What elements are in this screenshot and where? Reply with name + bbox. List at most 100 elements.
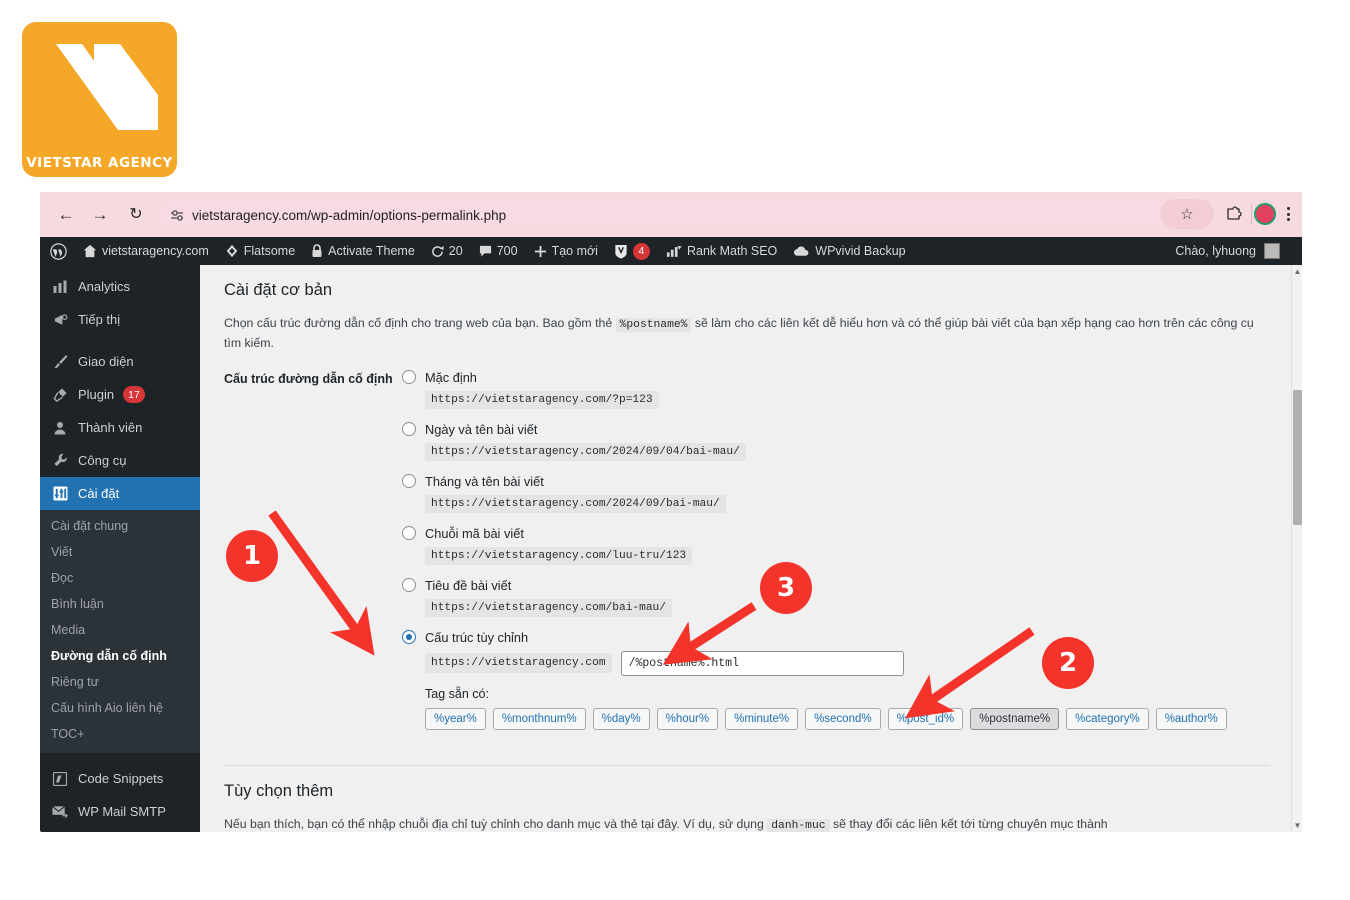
form-label: Cấu trúc đường dẫn cố định [224, 371, 393, 386]
sidebar-item-analytics[interactable]: Analytics [40, 270, 200, 303]
paintbrush-icon [51, 354, 69, 369]
profile-avatar[interactable] [1254, 203, 1276, 225]
reload-icon[interactable]: ↻ [124, 203, 148, 227]
forward-icon[interactable]: → [88, 203, 112, 227]
postname-tag-button[interactable]: %postname% [970, 707, 1060, 730]
tag-button-post-id[interactable]: %post_id% [887, 707, 964, 730]
adminbar-item-flatsome[interactable]: Flatsome [217, 237, 303, 265]
adminbar-item-comments[interactable]: 700 [471, 237, 526, 265]
yoast-icon [614, 244, 628, 259]
tag-button-category[interactable]: %category% [1066, 707, 1149, 730]
radio-day-and-name[interactable] [402, 422, 416, 437]
radio-post-name[interactable] [402, 578, 416, 593]
submenu-item-privacy[interactable]: Riêng tư [40, 669, 200, 695]
option-label[interactable]: Chuỗi mã bài viết [425, 526, 524, 541]
scrollbar-thumb[interactable] [1293, 390, 1302, 525]
sidebar-item-tools[interactable]: Công cụ [40, 444, 200, 477]
tag-button-day[interactable]: %day% [592, 707, 650, 730]
extra-part-b: sẽ thay đổi các liên kết tới từng chuyên… [832, 816, 1108, 831]
extensions-puzzle-icon[interactable] [1224, 204, 1244, 224]
submenu-item-media[interactable]: Media [40, 617, 200, 643]
permalink-settings-page: Cài đặt cơ bản Chọn cấu trúc đường dẫn c… [200, 265, 1292, 832]
option-url: https://vietstaragency.com/?p=123 [425, 390, 659, 409]
mail-icon [51, 805, 69, 818]
adminbar-item-rankmath[interactable]: Rank Math SEO [658, 237, 785, 265]
wp-admin-sidebar: Sản phẩm Analytics [40, 265, 208, 832]
available-tags-label: Tag sẵn có: [425, 686, 489, 701]
browser-toolbar: ← → ↻ vietstaragency.com/wp-admin/option… [40, 192, 1302, 237]
submenu-item-reading[interactable]: Đọc [40, 565, 200, 591]
custom-structure-prefix: https://vietstaragency.com [425, 653, 612, 674]
adminbar-account[interactable]: Chào, lyhuong [1175, 243, 1302, 259]
tag-button-hour[interactable]: %hour% [656, 707, 719, 730]
settings-submenu: Cài đặt chung Viết Đọc Bình luận Media Đ… [40, 510, 200, 753]
lock-icon [311, 244, 323, 258]
option-numeric: Chuỗi mã bài viết https://vietstaragency… [402, 526, 1270, 565]
adminbar-item-updates[interactable]: 20 [423, 237, 471, 265]
wordpress-logo-icon[interactable] [40, 237, 75, 265]
adminbar-item-site[interactable]: vietstaragency.com [75, 237, 217, 265]
adminbar-item-yoast[interactable]: 4 [606, 237, 658, 265]
bookmark-star-icon[interactable]: ☆ [1160, 199, 1214, 229]
submenu-item-permalinks[interactable]: Đường dẫn cố định [40, 643, 200, 669]
permalink-structure-form: Cấu trúc đường dẫn cố định Mặc định http… [224, 370, 1270, 743]
sidebar-item-wp-mail-smtp[interactable]: WP Mail SMTP [40, 795, 200, 828]
adminbar-item-new[interactable]: Tạo mới [526, 237, 606, 265]
rankmath-icon [666, 245, 682, 258]
radio-default[interactable] [402, 370, 416, 385]
option-month-and-name: Tháng và tên bài viết https://vietstarag… [402, 474, 1270, 513]
scroll-down-icon[interactable]: ▼ [1293, 820, 1302, 831]
sidebar-item-settings[interactable]: Cài đặt [40, 477, 208, 510]
submenu-item-aio-contact[interactable]: Cấu hình Aio liên hệ [40, 695, 200, 721]
adminbar-item-wpvivid[interactable]: WPvivid Backup [785, 237, 913, 265]
adminbar-badge: 4 [632, 242, 650, 260]
extra-options-description: Nếu bạn thích, bạn có thể nhập chuỗi địa… [224, 815, 1270, 832]
radio-numeric[interactable] [402, 526, 416, 541]
kebab-menu-icon[interactable] [1280, 203, 1296, 225]
adminbar-label: Activate Theme [328, 244, 415, 258]
sidebar-item-code-snippets[interactable]: Code Snippets [40, 762, 200, 795]
description-part-a: Chọn cấu trúc đường dẫn cố định cho tran… [224, 316, 613, 330]
tag-button-year[interactable]: %year% [425, 707, 486, 730]
option-label[interactable]: Cấu trúc tùy chỉnh [425, 630, 528, 645]
custom-structure-radio[interactable] [402, 630, 416, 645]
chart-bars-icon [51, 280, 69, 294]
postname-code: %postname% [615, 318, 692, 332]
back-icon[interactable]: ← [54, 203, 78, 227]
settings-sliders-icon [51, 486, 69, 501]
submenu-item-toc[interactable]: TOC+ [40, 721, 200, 747]
submenu-item-general[interactable]: Cài đặt chung [40, 513, 200, 539]
page-scrollbar[interactable]: ▲ ▼ [1291, 265, 1302, 832]
sidebar-item-label: Code Snippets [78, 771, 164, 786]
option-post-name: Tiêu đề bài viết https://vietstaragency.… [402, 578, 1270, 617]
sidebar-item-label: Analytics [78, 279, 131, 294]
tag-button-monthnum[interactable]: %monthnum% [492, 707, 586, 730]
adminbar-label: Tạo mới [551, 244, 598, 258]
option-label[interactable]: Ngày và tên bài viết [425, 422, 537, 437]
option-url: https://vietstaragency.com/2024/09/04/ba… [425, 442, 746, 461]
scroll-up-icon[interactable]: ▲ [1293, 266, 1302, 277]
annotation-marker-2: 2 [1042, 637, 1094, 689]
option-custom-structure: Cấu trúc tùy chỉnh https://vietstaragenc… [402, 630, 1270, 730]
plug-icon [51, 387, 69, 402]
option-label[interactable]: Tiêu đề bài viết [425, 578, 511, 593]
site-settings-icon[interactable] [164, 209, 190, 222]
option-label[interactable]: Tháng và tên bài viết [425, 474, 544, 489]
sidebar-item-appearance[interactable]: Giao diện [40, 345, 200, 378]
submenu-item-discussion[interactable]: Bình luận [40, 591, 200, 617]
adminbar-item-activate-theme[interactable]: Activate Theme [303, 237, 423, 265]
sidebar-item-label: Cài đặt [78, 486, 120, 501]
tag-button-second[interactable]: %second% [805, 707, 881, 730]
address-bar[interactable]: vietstaragency.com/wp-admin/options-perm… [156, 200, 1171, 230]
cloud-icon [793, 245, 810, 257]
tag-button-minute[interactable]: %minute% [725, 707, 799, 730]
custom-structure-input[interactable] [620, 650, 904, 676]
option-label[interactable]: Mặc định [425, 370, 477, 385]
tag-button-author[interactable]: %author% [1155, 707, 1227, 730]
sidebar-item-users[interactable]: Thành viên [40, 411, 200, 444]
radio-month-and-name[interactable] [402, 474, 416, 489]
logo-mark-icon [56, 44, 158, 130]
submenu-item-writing[interactable]: Viết [40, 539, 200, 565]
sidebar-item-marketing[interactable]: Tiếp thị [40, 303, 200, 336]
sidebar-item-plugins[interactable]: Plugin 17 [40, 378, 200, 411]
